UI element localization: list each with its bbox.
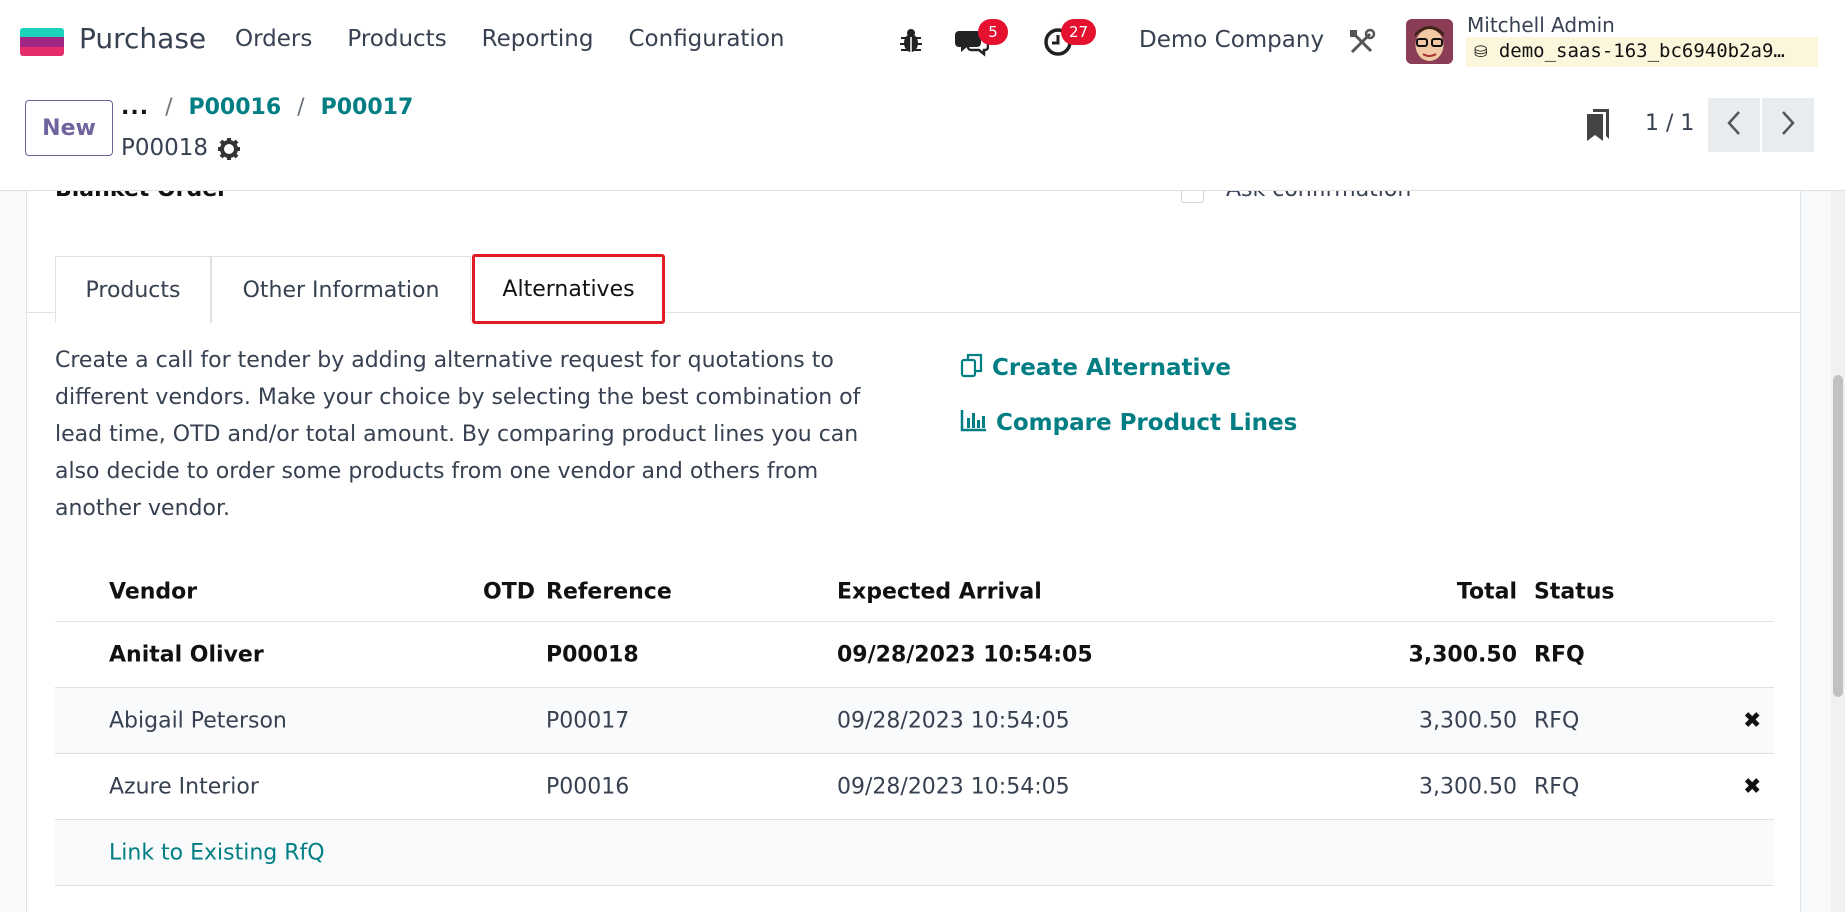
gear-icon[interactable] (217, 137, 241, 165)
menu-configuration[interactable]: Configuration (628, 26, 784, 52)
total-cell: 3,300.50 (1408, 642, 1517, 667)
database-icon: ⛁ (1474, 42, 1488, 61)
breadcrumb-separator: / (297, 95, 305, 120)
menu-products[interactable]: Products (347, 26, 446, 52)
bar-chart-icon (960, 408, 988, 438)
avatar[interactable] (1406, 19, 1453, 64)
reference-cell: P00016 (546, 774, 630, 799)
chevron-right-icon (1780, 110, 1796, 140)
form-sheet: Blanket Order Ask confirmation Products … (26, 191, 1801, 912)
help-line: also decide to order some products from … (55, 459, 819, 484)
vendor-cell: Anital Oliver (109, 642, 264, 667)
total-cell: 3,300.50 (1419, 774, 1517, 799)
user-name[interactable]: Mitchell Admin (1467, 13, 1615, 37)
column-expected-arrival[interactable]: Expected Arrival (837, 580, 1042, 605)
ask-confirmation-checkbox[interactable] (1181, 191, 1204, 203)
main-menu: Orders Products Reporting Configuration (235, 26, 819, 52)
reference-cell: P00018 (546, 642, 639, 667)
menu-orders[interactable]: Orders (235, 26, 312, 52)
remove-alternative-icon[interactable]: ✖ (1743, 708, 1761, 733)
expected-arrival-cell: 09/28/2023 10:54:05 (837, 708, 1070, 733)
scrollbar-thumb[interactable] (1833, 375, 1843, 697)
blanket-order-label: Blanket Order (55, 191, 228, 202)
remove-alternative-icon[interactable]: ✖ (1743, 774, 1761, 799)
column-status[interactable]: Status (1534, 580, 1614, 605)
tools-icon[interactable] (1348, 28, 1376, 56)
ask-confirmation-label: Ask confirmation (1226, 191, 1411, 202)
breadcrumb-more[interactable]: ... (121, 95, 149, 120)
create-alternative-label: Create Alternative (992, 355, 1231, 381)
expected-arrival-cell: 09/28/2023 10:54:05 (837, 774, 1070, 799)
tab-other-information[interactable]: Other Information (211, 256, 471, 323)
compare-product-lines-button[interactable]: Compare Product Lines (960, 408, 1297, 438)
help-line: Create a call for tender by adding alter… (55, 348, 834, 373)
pager-previous-button[interactable] (1708, 98, 1760, 152)
status-cell: RFQ (1534, 642, 1585, 667)
table-row[interactable]: Anital Oliver P00018 09/28/2023 10:54:05… (55, 622, 1774, 688)
compare-product-lines-label: Compare Product Lines (996, 410, 1298, 436)
help-line: lead time, OTD and/or total amount. By c… (55, 422, 859, 447)
top-navbar: Purchase Orders Products Reporting Confi… (0, 0, 1845, 83)
form-view: Blanket Order Ask confirmation Products … (0, 191, 1845, 912)
pager-value[interactable]: 1 / 1 (1645, 111, 1694, 136)
vendor-cell: Azure Interior (109, 774, 259, 799)
database-name: ⛁ demo_saas-163_bc6940b2a9… (1466, 37, 1818, 67)
table-header: Vendor OTD Reference Expected Arrival To… (55, 553, 1774, 622)
breadcrumb-separator: / (165, 95, 173, 120)
app-logo[interactable] (20, 28, 64, 56)
help-line: another vendor. (55, 496, 230, 521)
notebook-tabs: Products Other Information Alternatives (27, 246, 1800, 324)
create-alternative-button[interactable]: Create Alternative (960, 352, 1231, 384)
column-reference[interactable]: Reference (546, 580, 672, 605)
app-name[interactable]: Purchase (79, 22, 206, 55)
total-cell: 3,300.50 (1419, 708, 1517, 733)
column-otd[interactable]: OTD (451, 580, 535, 605)
bug-icon[interactable] (898, 27, 924, 55)
vendor-cell: Abigail Peterson (109, 708, 287, 733)
bookmarks-icon[interactable] (1585, 108, 1611, 146)
company-switcher[interactable]: Demo Company (1139, 27, 1324, 53)
status-cell: RFQ (1534, 708, 1580, 733)
table-row[interactable]: Abigail Peterson P00017 09/28/2023 10:54… (55, 688, 1774, 754)
breadcrumb: ... / P00016 / P00017 (121, 95, 413, 120)
tab-alternatives[interactable]: Alternatives (472, 254, 665, 324)
expected-arrival-cell: 09/28/2023 10:54:05 (837, 642, 1093, 667)
link-existing-rfq-button[interactable]: Link to Existing RfQ (109, 840, 325, 865)
alternatives-table: Vendor OTD Reference Expected Arrival To… (55, 553, 1774, 886)
activities-badge: 27 (1061, 19, 1097, 45)
new-button[interactable]: New (25, 100, 113, 156)
alternatives-help-text: Create a call for tender by adding alter… (55, 342, 885, 527)
copy-icon (960, 352, 984, 384)
chevron-left-icon (1726, 110, 1742, 140)
page-title: P00018 (121, 135, 209, 161)
column-vendor[interactable]: Vendor (109, 580, 197, 605)
pager-next-button[interactable] (1762, 98, 1814, 152)
status-cell: RFQ (1534, 774, 1580, 799)
control-panel: New ... / P00016 / P00017 P00018 1 / 1 (0, 83, 1845, 191)
reference-cell: P00017 (546, 708, 630, 733)
table-row[interactable]: Azure Interior P00016 09/28/2023 10:54:0… (55, 754, 1774, 820)
breadcrumb-p00017[interactable]: P00017 (321, 95, 414, 120)
column-total[interactable]: Total (1235, 580, 1517, 605)
messages-badge: 5 (978, 19, 1008, 45)
tab-products[interactable]: Products (55, 256, 211, 323)
database-label: demo_saas-163_bc6940b2a9… (1498, 40, 1785, 62)
help-line: different vendors. Make your choice by s… (55, 385, 861, 410)
menu-reporting[interactable]: Reporting (482, 26, 594, 52)
breadcrumb-p00016[interactable]: P00016 (189, 95, 282, 120)
link-existing-row: Link to Existing RfQ (55, 820, 1774, 886)
